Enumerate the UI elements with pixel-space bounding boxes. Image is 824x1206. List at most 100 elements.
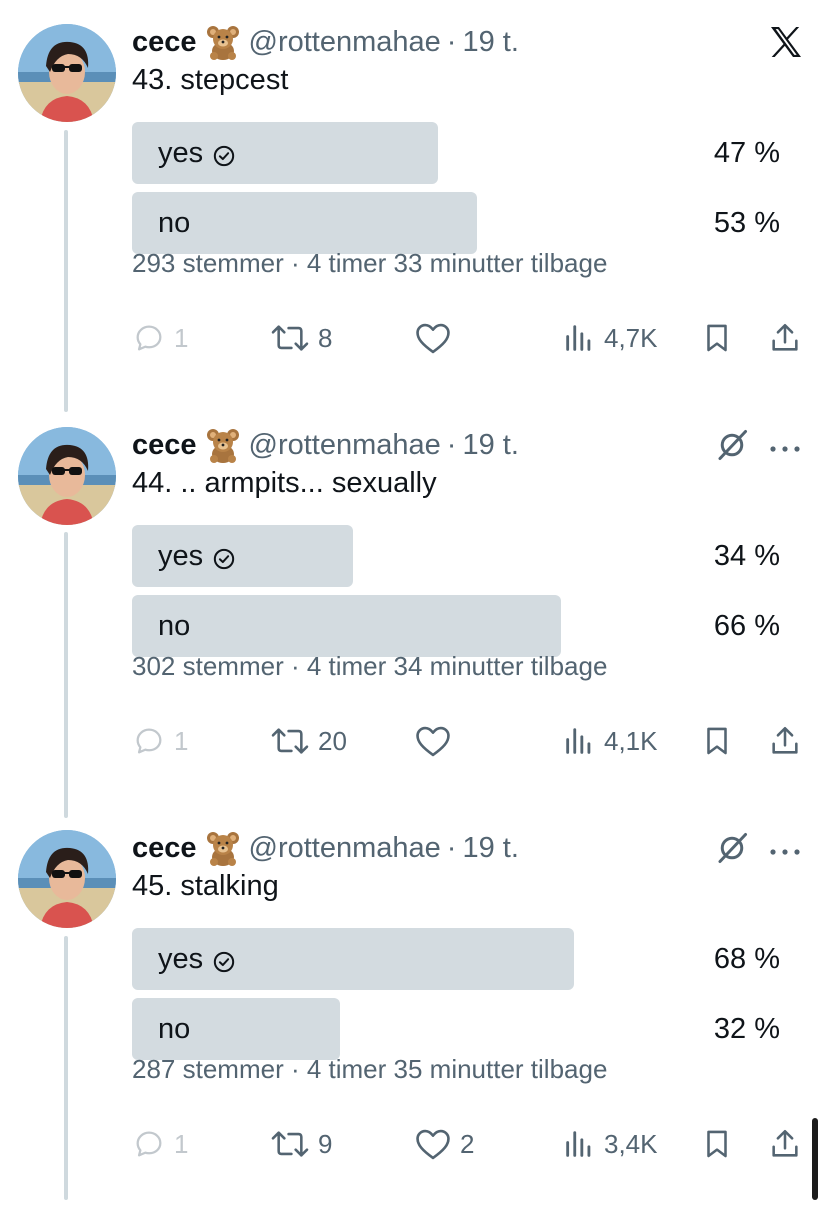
more-options-icon[interactable] [768,844,802,862]
display-name[interactable]: cece [132,26,197,59]
like-button[interactable] [414,721,460,761]
retweet-button[interactable]: 8 [270,318,332,358]
poll-percent-yes: 68 % [713,942,780,975]
poll-percent-no: 53 % [713,206,780,239]
bookmark-icon [700,724,734,758]
views-count: 3,4K [604,1128,658,1159]
separator: · [446,831,457,864]
more-options-icon[interactable] [768,441,802,459]
avatar[interactable] [18,830,116,928]
views-button[interactable]: 4,7K [562,318,658,358]
check-circle-icon [213,545,235,570]
retweet-icon [270,321,310,355]
tweet-header: cece @rottenmahae · 19 t. [132,828,519,868]
views-button[interactable]: 4,1K [562,721,658,761]
action-bar: 1 20 4,1K [132,721,812,761]
tweet-text: 45. stalking [132,870,279,902]
handle[interactable]: @rottenmahae [249,429,441,462]
views-icon [562,1127,596,1161]
tweet[interactable]: cece @rottenmahae · [0,403,824,803]
reply-button[interactable]: 1 [132,721,188,761]
poll-percent-yes: 47 % [713,136,780,169]
heart-icon [414,321,452,355]
reply-icon [132,1127,166,1161]
like-button[interactable] [414,318,460,358]
separator: · [446,428,457,461]
avatar[interactable] [18,427,116,525]
poll-option-yes[interactable]: yes [158,928,235,990]
grok-icon[interactable] [714,427,750,468]
poll-option-no[interactable]: no [158,595,190,657]
poll-percent-yes: 34 % [713,539,780,572]
poll-option-label: no [158,1012,191,1045]
avatar[interactable] [18,24,116,122]
views-count: 4,1K [604,725,658,756]
timestamp[interactable]: 19 t. [462,832,518,865]
teddy-bear-icon [205,24,241,60]
share-icon [768,724,802,758]
views-button[interactable]: 3,4K [562,1124,658,1164]
tweet-text: 44. .. armpits... sexually [132,467,437,499]
retweet-button[interactable]: 20 [270,721,347,761]
action-bar: 1 8 4,7K [132,318,812,358]
poll-meta: 302 stemmer · 4 timer 34 minutter tilbag… [132,651,608,681]
retweet-button[interactable]: 9 [270,1124,332,1164]
like-button[interactable]: 2 [414,1124,474,1164]
poll-option-label: yes [158,539,204,572]
timestamp[interactable]: 19 t. [462,26,518,59]
check-circle-icon [213,142,235,167]
tweet-header: cece @rottenmahae · 19 t. [132,425,519,465]
share-button[interactable] [768,721,802,761]
retweet-icon [270,1127,310,1161]
check-circle-icon [213,948,235,973]
reply-icon [132,321,166,355]
display-name[interactable]: cece [132,832,197,865]
bookmark-icon [700,1127,734,1161]
tweet[interactable]: cece @rottenmahae · [0,0,824,400]
share-icon [768,1127,802,1161]
views-icon [562,321,596,355]
handle[interactable]: @rottenmahae [249,26,441,59]
reply-count: 1 [174,725,189,756]
bookmark-button[interactable] [700,1124,734,1164]
like-count: 2 [460,1128,475,1159]
poll-percent-no: 32 % [713,1012,780,1045]
bookmark-button[interactable] [700,721,734,761]
reply-button[interactable]: 1 [132,318,188,358]
teddy-bear-icon [205,830,241,866]
poll-option-yes[interactable]: yes [158,525,235,587]
share-button[interactable] [768,318,802,358]
tweet-text: 43. stepcest [132,64,289,96]
poll-option-no[interactable]: no [158,192,190,254]
poll-bar-no [132,595,561,657]
bookmark-icon [700,321,734,355]
poll-option-yes[interactable]: yes [158,122,235,184]
teddy-bear-icon [205,427,241,463]
grok-icon[interactable] [714,830,750,871]
tweet[interactable]: cece @rottenmahae · [0,806,824,1206]
x-logo-icon[interactable] [766,22,806,67]
retweet-count: 9 [318,1128,333,1159]
scrollbar[interactable] [812,1118,818,1200]
separator: · [446,25,457,58]
poll-percent-no: 66 % [713,609,780,642]
share-button[interactable] [768,1124,802,1164]
views-icon [562,724,596,758]
display-name[interactable]: cece [132,429,197,462]
reply-count: 1 [174,322,189,353]
views-count: 4,7K [604,322,658,353]
bookmark-button[interactable] [700,318,734,358]
poll-meta: 293 stemmer · 4 timer 33 minutter tilbag… [132,248,608,278]
reply-count: 1 [174,1128,189,1159]
reply-icon [132,724,166,758]
reply-button[interactable]: 1 [132,1124,188,1164]
timestamp[interactable]: 19 t. [462,429,518,462]
heart-icon [414,724,452,758]
heart-icon [414,1127,452,1161]
poll-option-label: no [158,206,191,239]
handle[interactable]: @rottenmahae [249,832,441,865]
retweet-count: 8 [318,322,333,353]
poll-option-no[interactable]: no [158,998,190,1060]
poll-option-label: yes [158,136,204,169]
poll-meta: 287 stemmer · 4 timer 35 minutter tilbag… [132,1054,608,1084]
